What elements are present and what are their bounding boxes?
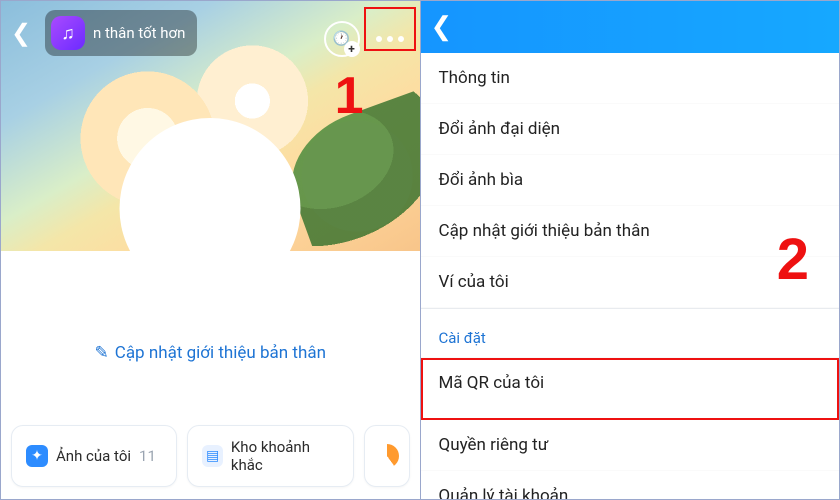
topbar-right-group: 🕐 bbox=[324, 21, 412, 57]
tutorial-two-screens: ❮ ♫ n thân tốt hơn 🕐 ✎ Cập nhật giới thiệ… bbox=[0, 0, 840, 500]
pill-moments[interactable]: ▤ Kho khoảnh khắc bbox=[187, 425, 353, 487]
profile-topbar: ❮ ♫ n thân tốt hơn 🕐 bbox=[1, 11, 420, 55]
music-chip[interactable]: ♫ n thân tốt hơn bbox=[45, 10, 197, 56]
story-ring-icon bbox=[375, 444, 399, 468]
display-name-placeholder bbox=[120, 306, 300, 332]
settings-header: ❮ bbox=[421, 1, 840, 53]
screen-profile: ❮ ♫ n thân tốt hơn 🕐 ✎ Cập nhật giới thiệ… bbox=[1, 1, 421, 499]
photo-icon: ✦ bbox=[26, 445, 48, 467]
row-info[interactable]: Thông tin bbox=[421, 53, 840, 104]
more-button[interactable] bbox=[368, 21, 412, 57]
update-bio-label: Cập nhật giới thiệu bản thân bbox=[115, 343, 326, 363]
back-icon[interactable]: ❮ bbox=[431, 12, 461, 42]
history-icon[interactable]: 🕐 bbox=[324, 21, 360, 57]
profile-pill-row: ✦ Ảnh của tôi 11 ▤ Kho khoảnh khắc bbox=[11, 425, 410, 487]
row-change-cover[interactable]: Đổi ảnh bìa bbox=[421, 155, 840, 206]
row-account-mgmt[interactable]: Quản lý tài khoản bbox=[421, 471, 840, 499]
row-change-avatar[interactable]: Đổi ảnh đại diện bbox=[421, 104, 840, 155]
pill-my-photos-label: Ảnh của tôi bbox=[56, 447, 131, 465]
row-privacy[interactable]: Quyền riêng tư bbox=[421, 420, 840, 471]
update-bio-link[interactable]: ✎ Cập nhật giới thiệu bản thân bbox=[1, 343, 420, 363]
screen-settings-menu: ❮ Thông tin Đổi ảnh đại diện Đổi ảnh bìa… bbox=[421, 1, 840, 499]
music-chip-label: n thân tốt hơn bbox=[93, 24, 185, 42]
row-my-qr[interactable]: Mã QR của tôi bbox=[421, 358, 840, 420]
annotation-step-2: 2 bbox=[777, 226, 809, 293]
pill-my-photos[interactable]: ✦ Ảnh của tôi 11 bbox=[11, 425, 177, 487]
back-icon[interactable]: ❮ bbox=[1, 19, 41, 47]
annotation-step-1: 1 bbox=[335, 66, 364, 126]
avatar[interactable] bbox=[123, 121, 298, 296]
pill-my-photos-count: 11 bbox=[139, 447, 156, 465]
header-title-blurred bbox=[461, 16, 581, 38]
music-note-icon: ♫ bbox=[51, 16, 85, 50]
pill-moments-label: Kho khoảnh khắc bbox=[231, 438, 339, 474]
moments-icon: ▤ bbox=[202, 445, 223, 467]
pencil-icon: ✎ bbox=[95, 343, 109, 363]
pill-story[interactable] bbox=[364, 425, 410, 487]
section-settings: Cài đặt bbox=[421, 309, 840, 358]
